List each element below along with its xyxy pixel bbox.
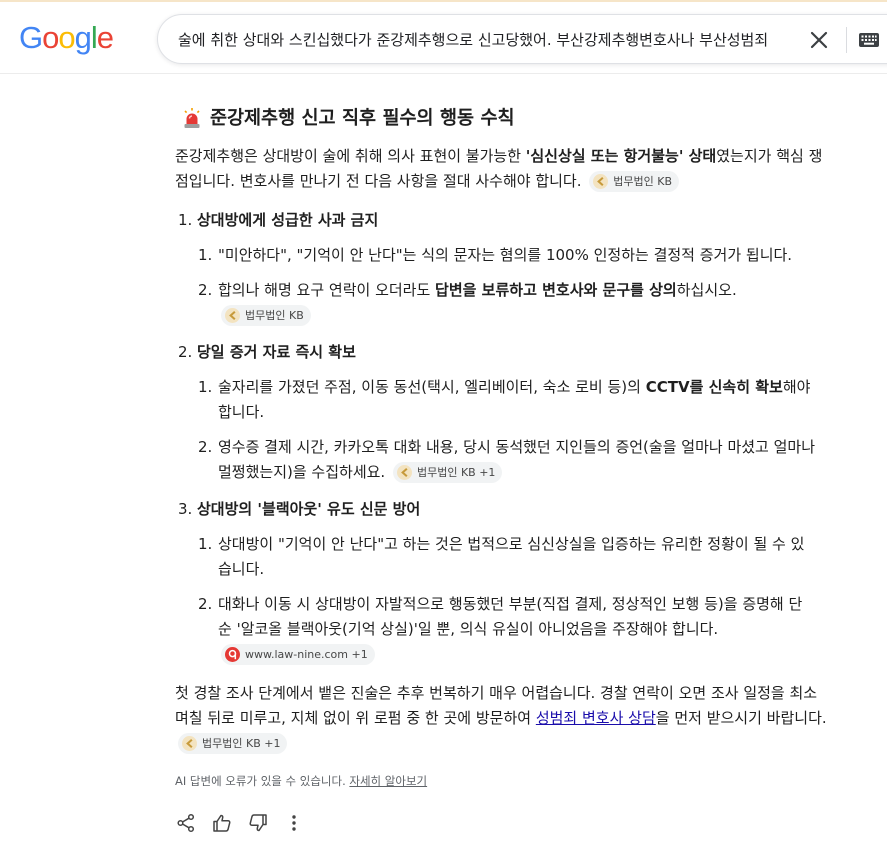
law-firm-kb-logo-icon [396, 465, 412, 480]
item-text-block: 대화나 이동 시 상대방이 자발적으로 행동했던 부분(직접 결제, 정상적인 … [218, 592, 816, 667]
search-input[interactable]: 술에 취한 상대와 스킨십했다가 준강제추행으로 신고당했어. 부산강제추행변호… [178, 29, 798, 51]
item-text-block: 술자리를 가졌던 주점, 이동 동선(택시, 엘리베이터, 숙소 로비 등)의 … [218, 375, 816, 425]
section-title: 상대방에게 성급한 사과 금지 [197, 211, 379, 229]
disclaimer-text: AI 답변에 오류가 있을 수 있습니다. [175, 774, 350, 788]
google-logo[interactable]: Google [19, 20, 114, 56]
item-emphasis: 답변을 보류하고 변호사와 문구를 상의 [435, 281, 677, 299]
more-vert-icon [292, 815, 296, 831]
logo-letter: e [96, 20, 114, 55]
keyboard-button[interactable] [857, 28, 881, 52]
item-number: 2. [198, 438, 213, 456]
siren-emoji-icon [184, 108, 200, 128]
section-title: 상대방의 '블랙아웃' 유도 신문 방어 [197, 500, 421, 518]
more-options-button[interactable] [283, 812, 305, 834]
close-icon [810, 31, 828, 49]
thumbs-up-icon [213, 814, 231, 832]
section-number: 3. [178, 500, 193, 518]
section-1: 1. 상대방에게 성급한 사과 금지 [175, 208, 835, 233]
clear-search-button[interactable] [806, 27, 832, 53]
item-text: 영수증 결제 시간, 카카오톡 대화 내용, 당시 동석했던 지인들의 증언(술… [218, 438, 816, 481]
section-number: 1. [178, 211, 193, 229]
ai-disclaimer: AI 답변에 오류가 있을 수 있습니다. 자세히 알아보기 [175, 772, 835, 790]
item-number: 2. [198, 595, 213, 613]
intro-text: 준강제추행은 상대방이 술에 취해 의사 표현이 불가능한 [175, 147, 526, 165]
search-box[interactable]: 술에 취한 상대와 스킨십했다가 준강제추행으로 신고당했어. 부산강제추행변호… [157, 14, 887, 64]
answer-heading: 준강제추행 신고 직후 필수의 행동 수칙 [210, 108, 515, 129]
source-chip-label: 법무법인 KB [613, 175, 673, 188]
keyboard-icon [859, 33, 879, 47]
item-emphasis: CCTV를 신속히 확보 [645, 378, 783, 396]
answer-heading-row: 준강제추행 신고 직후 필수의 행동 수칙 [175, 100, 835, 138]
law-nine-logo-icon [225, 647, 240, 662]
intro-paragraph: 준강제추행은 상대방이 술에 취해 의사 표현이 불가능한 '심신상실 또는 항… [175, 144, 835, 194]
source-chip-label: 법무법인 KB +1 [202, 737, 281, 750]
learn-more-link[interactable]: 자세히 알아보기 [349, 774, 427, 788]
logo-letter: o [58, 20, 75, 55]
list-item: 1. "미안하다", "기억이 안 난다"는 식의 문자는 혐의를 100% 인… [198, 243, 835, 268]
logo-letter: G [19, 20, 43, 55]
item-text: "미안하다", "기억이 안 난다"는 식의 문자는 혐의를 100% 인정하는… [218, 246, 793, 264]
list-item: 1. 상대방이 "기억이 안 난다"고 하는 것은 법적으로 심신상실을 입증하… [198, 532, 835, 582]
share-icon [177, 813, 195, 833]
source-chip[interactable]: 법무법인 KB [589, 171, 680, 192]
source-chip[interactable]: 법무법인 KB +1 [392, 462, 503, 483]
thumbs-down-button[interactable] [247, 812, 269, 834]
source-chip[interactable]: www.law-nine.com +1 [221, 644, 375, 665]
closing-paragraph: 첫 경찰 조사 단계에서 뱉은 진술은 추후 번복하기 매우 어렵습니다. 경찰… [175, 681, 835, 756]
item-text-after: 하십시오. [676, 281, 737, 299]
search-header: Google 술에 취한 상대와 스킨십했다가 준강제추행으로 신고당했어. 부… [0, 2, 887, 74]
item-text: 상대방이 "기억이 안 난다"고 하는 것은 법적으로 심신상실을 입증하는 유… [218, 535, 805, 578]
item-number: 1. [198, 535, 213, 553]
source-chip-label: 법무법인 KB [245, 309, 304, 322]
item-number: 1. [198, 378, 213, 396]
ai-overview: 준강제추행 신고 직후 필수의 행동 수칙 준강제추행은 상대방이 술에 취해 … [175, 100, 835, 834]
search-divider [846, 27, 847, 53]
list-item: 2. 영수증 결제 시간, 카카오톡 대화 내용, 당시 동석했던 지인들의 증… [198, 435, 835, 485]
consultation-link[interactable]: 성범죄 변호사 상담 [536, 709, 656, 727]
source-chip-label: 법무법인 KB +1 [416, 466, 496, 479]
law-firm-kb-logo-icon [182, 736, 197, 751]
logo-letter: g [74, 20, 92, 55]
source-chip[interactable]: 법무법인 KB +1 [178, 733, 288, 754]
share-button[interactable] [175, 812, 197, 834]
item-text: 합의나 해명 요구 연락이 오더라도 [218, 281, 436, 299]
item-text: 대화나 이동 시 상대방이 자발적으로 행동했던 부분(직접 결제, 정상적인 … [218, 595, 803, 638]
source-chip[interactable]: 법무법인 KB [221, 305, 311, 326]
section-2: 2. 당일 증거 자료 즉시 확보 [175, 340, 835, 365]
section-title: 당일 증거 자료 즉시 확보 [197, 343, 356, 361]
list-item: 2. 대화나 이동 시 상대방이 자발적으로 행동했던 부분(직접 결제, 정상… [198, 592, 835, 667]
law-firm-kb-logo-icon [225, 308, 240, 323]
list-item: 2. 합의나 해명 요구 연락이 오더라도 답변을 보류하고 변호사와 문구를 … [198, 278, 835, 328]
item-text-block: 영수증 결제 시간, 카카오톡 대화 내용, 당시 동석했던 지인들의 증언(술… [218, 435, 816, 485]
item-number: 2. [198, 281, 213, 299]
item-number: 1. [198, 246, 213, 264]
item-text: 술자리를 가졌던 주점, 이동 동선(택시, 엘리베이터, 숙소 로비 등)의 [218, 378, 646, 396]
section-number: 2. [178, 343, 193, 361]
thumbs-down-icon [249, 814, 267, 832]
item-text-block: 합의나 해명 요구 연락이 오더라도 답변을 보류하고 변호사와 문구를 상의하… [218, 278, 758, 328]
list-item: 1. 술자리를 가졌던 주점, 이동 동선(택시, 엘리베이터, 숙소 로비 등… [198, 375, 835, 425]
source-chip-label: www.law-nine.com +1 [245, 648, 368, 661]
feedback-actions [175, 812, 835, 834]
logo-letter: o [42, 20, 59, 55]
closing-text-after: 을 먼저 받으시기 바랍니다. [655, 709, 827, 727]
thumbs-up-button[interactable] [211, 812, 233, 834]
intro-emphasis: '심신상실 또는 항거불능' 상태 [525, 147, 717, 165]
law-firm-kb-logo-icon [593, 174, 609, 189]
section-3: 3. 상대방의 '블랙아웃' 유도 신문 방어 [175, 497, 835, 522]
